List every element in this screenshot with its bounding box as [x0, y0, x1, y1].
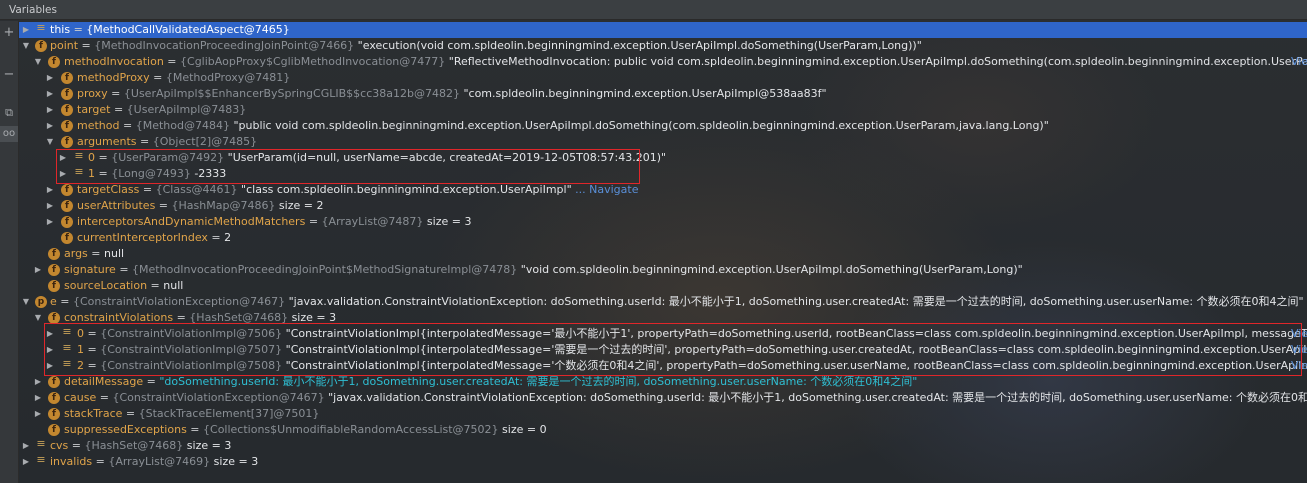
collapse-arrow-icon[interactable]: ▼: [21, 294, 31, 310]
field-icon: f: [48, 392, 60, 404]
field-icon: f: [61, 136, 73, 148]
expand-arrow-icon[interactable]: ▶: [33, 374, 43, 390]
tree-row-methodProxy[interactable]: ▶ f methodProxy = {MethodProxy@7481}: [19, 70, 1307, 86]
tree-row-sourceLocation[interactable]: f sourceLocation = null: [19, 278, 1307, 294]
tree-row-detailMessage[interactable]: ▶ f detailMessage = "doSomething.userId:…: [19, 374, 1307, 390]
object-icon: ≡: [62, 326, 72, 338]
object-icon: ≡: [36, 22, 46, 34]
field-icon: f: [48, 376, 60, 388]
view-link[interactable]: Vie: [1291, 326, 1307, 342]
tree-row-invalids[interactable]: ▶ ≡ invalids = {ArrayList@7469} size = 3: [19, 454, 1307, 470]
tree-row-violation-2[interactable]: ▶ ≡ 2 = {ConstraintViolationImpl@7508} "…: [19, 358, 1307, 374]
field-icon: f: [61, 216, 73, 228]
expand-arrow-icon[interactable]: ▶: [45, 358, 55, 374]
tree-row-target[interactable]: ▶ f target = {UserApiImpl@7483}: [19, 102, 1307, 118]
object-icon: ≡: [36, 438, 46, 450]
expand-arrow-icon[interactable]: ▶: [58, 150, 68, 166]
field-icon: f: [61, 200, 73, 212]
tree-row-method[interactable]: ▶ f method = {Method@7484} "public void …: [19, 118, 1307, 134]
copy-icon[interactable]: ⧉: [0, 105, 18, 121]
tree-row-userAttributes[interactable]: ▶ f userAttributes = {HashMap@7486} size…: [19, 198, 1307, 214]
field-icon: f: [61, 232, 73, 244]
expand-arrow-icon[interactable]: ▶: [33, 406, 43, 422]
expand-arrow-icon[interactable]: ▶: [45, 86, 55, 102]
tree-row-stackTrace[interactable]: ▶ f stackTrace = {StackTraceElement[37]@…: [19, 406, 1307, 422]
expand-arrow-icon[interactable]: ▶: [45, 214, 55, 230]
variables-tree: ▶ ≡ this = {MethodCallValidatedAspect@74…: [19, 21, 1307, 483]
object-icon: ≡: [62, 342, 72, 354]
expand-arrow-icon[interactable]: ▶: [45, 198, 55, 214]
collapse-arrow-icon[interactable]: ▼: [21, 38, 31, 54]
expand-arrow-icon[interactable]: ▶: [21, 454, 31, 470]
expand-arrow-icon[interactable]: ▶: [21, 22, 31, 38]
field-icon: f: [48, 264, 60, 276]
expand-arrow-icon[interactable]: ▶: [33, 262, 43, 278]
field-icon: f: [48, 56, 60, 68]
remove-watch-button[interactable]: −: [0, 67, 18, 83]
tree-row-interceptors[interactable]: ▶ f interceptorsAndDynamicMethodMatchers…: [19, 214, 1307, 230]
tree-row-arguments-1[interactable]: ▶ ≡ 1 = {Long@7493} -2333: [19, 166, 1307, 182]
tree-row-point[interactable]: ▼ f point = {MethodInvocationProceedingJ…: [19, 38, 1307, 54]
expand-arrow-icon[interactable]: ▶: [45, 182, 55, 198]
add-watch-button[interactable]: +: [0, 25, 18, 41]
object-icon: ≡: [62, 358, 72, 370]
tree-row-proxy[interactable]: ▶ f proxy = {UserApiImpl$$EnhancerBySpri…: [19, 86, 1307, 102]
expand-arrow-icon[interactable]: ▶: [45, 70, 55, 86]
expand-arrow-icon[interactable]: ▶: [33, 390, 43, 406]
object-icon: ≡: [74, 150, 84, 162]
object-icon: ≡: [74, 166, 84, 178]
collapse-arrow-icon[interactable]: ▼: [33, 310, 43, 326]
variables-panel-header: Variables: [0, 0, 1307, 20]
field-icon: f: [48, 248, 60, 260]
panel-toolbar: + − ⧉ oo: [0, 21, 19, 483]
tree-row-cvs[interactable]: ▶ ≡ cvs = {HashSet@7468} size = 3: [19, 438, 1307, 454]
tree-row-signature[interactable]: ▶ f signature = {MethodInvocationProceed…: [19, 262, 1307, 278]
tree-row-suppressedExceptions[interactable]: f suppressedExceptions = {Collections$Un…: [19, 422, 1307, 438]
watches-toggle-icon[interactable]: oo: [0, 126, 18, 142]
tree-row-this[interactable]: ▶ ≡ this = {MethodCallValidatedAspect@74…: [19, 22, 1307, 38]
field-icon: f: [61, 104, 73, 116]
object-icon: ≡: [36, 454, 46, 466]
parameter-icon: p: [35, 296, 47, 308]
field-icon: f: [48, 408, 60, 420]
tree-row-arguments[interactable]: ▼ f arguments = {Object[2]@7485}: [19, 134, 1307, 150]
tree-row-currentInterceptorIndex[interactable]: f currentInterceptorIndex = 2: [19, 230, 1307, 246]
view-link[interactable]: Vie: [1291, 342, 1307, 358]
tree-row-violation-0[interactable]: ▶ ≡ 0 = {ConstraintViolationImpl@7506} "…: [19, 326, 1307, 342]
expand-arrow-icon[interactable]: ▶: [58, 166, 68, 182]
expand-arrow-icon[interactable]: ▶: [45, 118, 55, 134]
collapse-arrow-icon[interactable]: ▼: [45, 134, 55, 150]
tree-row-args[interactable]: f args = null: [19, 246, 1307, 262]
tree-row-methodInvocation[interactable]: ▼ f methodInvocation = {CglibAopProxy$Cg…: [19, 54, 1307, 70]
view-link[interactable]: Vie: [1291, 358, 1307, 374]
field-icon: f: [48, 312, 60, 324]
field-icon: f: [61, 72, 73, 84]
field-icon: f: [48, 280, 60, 292]
view-link[interactable]: Vie: [1291, 54, 1307, 70]
tree-row-constraintViolations[interactable]: ▼ f constraintViolations = {HashSet@7468…: [19, 310, 1307, 326]
field-icon: f: [61, 88, 73, 100]
tree-row-targetClass[interactable]: ▶ f targetClass = {Class@4461} "class co…: [19, 182, 1307, 198]
tree-row-violation-1[interactable]: ▶ ≡ 1 = {ConstraintViolationImpl@7507} "…: [19, 342, 1307, 358]
field-icon: f: [61, 184, 73, 196]
expand-arrow-icon[interactable]: ▶: [45, 342, 55, 358]
tree-row-e[interactable]: ▼ p e = {ConstraintViolationException@74…: [19, 294, 1307, 310]
tree-row-cause[interactable]: ▶ f cause = {ConstraintViolationExceptio…: [19, 390, 1307, 406]
navigate-link[interactable]: ... Navigate: [572, 183, 638, 196]
panel-title: Variables: [9, 4, 57, 16]
expand-arrow-icon[interactable]: ▶: [45, 102, 55, 118]
expand-arrow-icon[interactable]: ▶: [45, 326, 55, 342]
field-icon: f: [61, 120, 73, 132]
field-icon: f: [35, 40, 47, 52]
collapse-arrow-icon[interactable]: ▼: [33, 54, 43, 70]
expand-arrow-icon[interactable]: ▶: [21, 438, 31, 454]
field-icon: f: [48, 424, 60, 436]
tree-row-arguments-0[interactable]: ▶ ≡ 0 = {UserParam@7492} "UserParam(id=n…: [19, 150, 1307, 166]
